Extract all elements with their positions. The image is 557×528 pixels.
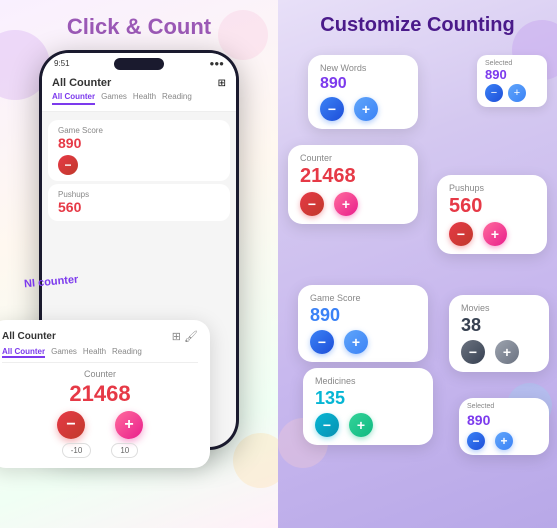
mini-card-gamescore: Game Score 890 −	[48, 120, 230, 181]
medicines-value: 135	[315, 388, 421, 409]
mini-card-pushups-label: Pushups	[58, 190, 220, 199]
selected-card-buttons: − +	[485, 84, 539, 102]
phone-tab-all[interactable]: All Counter	[52, 92, 95, 105]
game-score-card: Game Score 890 − +	[298, 285, 428, 362]
right-cards-area: Selected 890 − + New Words 890 − + Count…	[278, 45, 557, 505]
fc-title: All Counter	[2, 331, 56, 342]
medicines-plus-btn[interactable]: +	[349, 413, 373, 437]
fc-counter-value: 21468	[2, 381, 198, 407]
phone-tabs-row: All Counter Games Health Reading	[52, 92, 226, 109]
decorative-blob-2	[218, 10, 268, 60]
fc-tab-all[interactable]: All Counter	[2, 347, 45, 358]
counter-buttons: − +	[300, 192, 406, 216]
new-words-card: New Words 890 − +	[308, 55, 418, 129]
medicines-label: Medicines	[315, 376, 421, 386]
selected-plus-btn[interactable]: +	[508, 84, 526, 102]
game-score-minus-btn[interactable]: −	[310, 330, 334, 354]
phone-tab-games[interactable]: Games	[101, 92, 127, 105]
status-icons: ●●●	[210, 59, 225, 68]
game-score-plus-btn[interactable]: +	[344, 330, 368, 354]
fc-tab-health[interactable]: Health	[83, 347, 106, 358]
phone-notch	[114, 58, 164, 70]
right-panel-title: Customize Counting	[320, 14, 514, 37]
movies-minus-btn[interactable]: −	[461, 340, 485, 364]
decorative-blob-4	[233, 433, 278, 488]
mini-card-gamescore-value: 890	[58, 135, 220, 151]
mini-card-pushups: Pushups 560	[48, 184, 230, 221]
status-time: 9:51	[54, 59, 70, 68]
new-words-value: 890	[320, 75, 406, 93]
qr-icon: ⊞	[218, 78, 226, 89]
selected-card: Selected 890 − +	[477, 55, 547, 107]
pushups-card: Pushups 560 − +	[437, 175, 547, 254]
left-panel: Click & Count 9:51 ●●● All Counter ⊞ All…	[0, 0, 278, 528]
fc-header: All Counter ⊞ 🖌	[2, 330, 198, 343]
small-bottom-label: Selected	[467, 403, 541, 410]
phone-mini-cards: Game Score 890 − Pushups 560	[42, 120, 236, 221]
fc-qr-icon: ⊞ 🖌	[172, 330, 198, 343]
phone-tab-health[interactable]: Health	[133, 92, 156, 105]
game-score-buttons: − +	[310, 330, 416, 354]
fc-step-buttons: -10 10	[2, 443, 198, 458]
selected-card-value: 890	[485, 67, 539, 82]
movies-card: Movies 38 − +	[449, 295, 549, 372]
mini-card-gamescore-buttons: −	[58, 155, 220, 175]
mini-card-pushups-value: 560	[58, 199, 220, 215]
selected-minus-btn[interactable]: −	[485, 84, 503, 102]
small-bottom-buttons: − +	[467, 432, 541, 450]
pushups-minus-btn[interactable]: −	[449, 222, 473, 246]
mini-card-gamescore-label: Game Score	[58, 126, 220, 135]
fc-counter-label: Counter	[2, 369, 198, 379]
selected-card-label: Selected	[485, 60, 539, 67]
counter-label: Counter	[300, 153, 406, 163]
medicines-card: Medicines 135 − +	[303, 368, 433, 445]
small-bottom-plus-btn[interactable]: +	[495, 432, 513, 450]
small-bottom-value: 890	[467, 412, 541, 428]
movies-label: Movies	[461, 303, 537, 313]
counter-card: Counter 21468 − +	[288, 145, 418, 224]
small-bottom-card: Selected 890 − +	[459, 398, 549, 455]
floating-card-left: All Counter ⊞ 🖌 All Counter Games Health…	[0, 320, 210, 468]
pushups-label: Pushups	[449, 183, 535, 193]
new-words-plus-btn[interactable]: +	[354, 97, 378, 121]
fc-tab-games[interactable]: Games	[51, 347, 77, 358]
game-score-value: 890	[310, 305, 416, 326]
counter-minus-btn[interactable]: −	[300, 192, 324, 216]
app-bar: All Counter ⊞ All Counter Games Health R…	[42, 73, 236, 112]
counter-value: 21468	[300, 165, 406, 188]
movies-buttons: − +	[461, 340, 537, 364]
step-plus-btn[interactable]: 10	[111, 443, 138, 458]
medicines-buttons: − +	[315, 413, 421, 437]
game-score-label: Game Score	[310, 293, 416, 303]
app-bar-title: All Counter	[52, 77, 111, 89]
pushups-value: 560	[449, 195, 535, 218]
pushups-buttons: − +	[449, 222, 535, 246]
step-minus-btn[interactable]: -10	[62, 443, 92, 458]
movies-value: 38	[461, 315, 537, 336]
counter-plus-btn[interactable]: +	[334, 192, 358, 216]
fc-plus-button[interactable]: +	[115, 411, 143, 439]
movies-plus-btn[interactable]: +	[495, 340, 519, 364]
fc-tab-reading[interactable]: Reading	[112, 347, 142, 358]
new-words-buttons: − +	[320, 97, 406, 121]
new-words-minus-btn[interactable]: −	[320, 97, 344, 121]
gamescore-minus-btn[interactable]: −	[58, 155, 78, 175]
medicines-minus-btn[interactable]: −	[315, 413, 339, 437]
phone-tab-reading[interactable]: Reading	[162, 92, 192, 105]
new-words-label: New Words	[320, 63, 406, 73]
fc-buttons: − +	[2, 411, 198, 439]
right-panel: Customize Counting Selected 890 − + New …	[278, 0, 557, 528]
fc-tabs: All Counter Games Health Reading	[2, 347, 198, 363]
left-panel-title: Click & Count	[67, 14, 211, 40]
pushups-plus-btn[interactable]: +	[483, 222, 507, 246]
fc-minus-button[interactable]: −	[57, 411, 85, 439]
small-bottom-minus-btn[interactable]: −	[467, 432, 485, 450]
